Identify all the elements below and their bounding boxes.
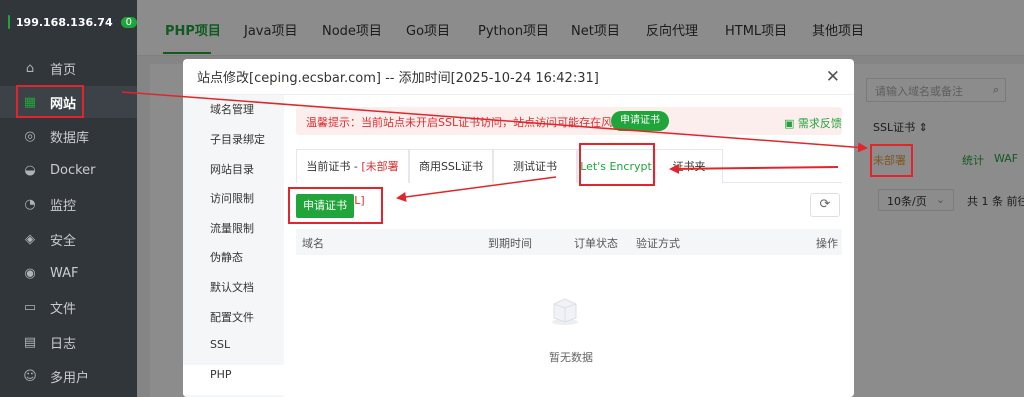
home-icon: ⌂: [25, 60, 35, 76]
feedback-link[interactable]: ▣ 需求反馈: [784, 115, 842, 131]
tab-cert-folder[interactable]: 证书夹: [655, 149, 723, 183]
tab-commercial-ssl[interactable]: 商用SSL证书: [409, 149, 493, 183]
nav-subdirectory-binding[interactable]: 子目录绑定: [210, 131, 265, 147]
shield-icon: ◈: [25, 231, 35, 247]
sidebar-item-waf[interactable]: ◉ WAF: [0, 258, 137, 288]
nav-ssl[interactable]: SSL: [210, 338, 230, 351]
refresh-icon[interactable]: ⟳: [810, 193, 840, 217]
nav-config-file[interactable]: 配置文件: [210, 309, 254, 325]
sidebar-header: 199.168.136.74 0: [0, 0, 137, 44]
notification-badge[interactable]: 0: [120, 16, 137, 28]
users-icon: ☺: [23, 368, 37, 384]
nav-access-limit[interactable]: 访问限制: [210, 190, 254, 206]
sidebar-item-security[interactable]: ◈ 安全: [0, 224, 137, 254]
nav-php[interactable]: PHP: [210, 368, 232, 381]
ssl-tabs: 当前证书 - [未部署SSL] 商用SSL证书 测试证书 Let's Encry…: [296, 149, 842, 207]
sidebar-item-users[interactable]: ☺ 多用户: [0, 361, 137, 391]
nav-traffic-limit[interactable]: 流量限制: [210, 220, 254, 236]
sidebar-item-database[interactable]: ◎ 数据库: [0, 121, 137, 151]
nav-domain-management[interactable]: 域名管理: [210, 101, 254, 117]
close-icon[interactable]: ✕: [826, 67, 840, 87]
sidebar-item-docker[interactable]: ◒ Docker: [0, 155, 137, 185]
sidebar: 199.168.136.74 0 ⌂ 首页 ▦ 网站 ◎ 数据库 ◒ Docker ◔ 监…: [0, 0, 137, 397]
col-actions: 操作: [816, 237, 838, 250]
col-order-status: 订单状态: [574, 237, 618, 250]
dialog-title: 站点修改[ceping.ecsbar.com] -- 添加时间[2025-10-…: [183, 59, 854, 95]
tip-apply-cert-button[interactable]: 申请证书: [611, 111, 669, 131]
waf-icon: ◉: [24, 265, 36, 281]
site-edit-dialog: 站点修改[ceping.ecsbar.com] -- 添加时间[2025-10-…: [183, 59, 854, 397]
tab-test-cert[interactable]: 测试证书: [493, 149, 577, 183]
nav-default-document[interactable]: 默认文档: [210, 279, 254, 295]
cert-table-header: 域名 到期时间 订单状态 验证方式 操作: [296, 229, 842, 255]
col-domain: 域名: [302, 237, 324, 250]
annotation-box-ssl-status: [870, 144, 913, 177]
sidebar-item-files[interactable]: ▭ 文件: [0, 292, 137, 322]
server-logo-icon: [8, 15, 10, 29]
ssl-warning-tip: 温馨提示：当前站点未开启SSL证书访问，站点访问可能存在风险: [296, 107, 842, 135]
col-expiry: 到期时间: [488, 237, 532, 250]
feedback-icon: ▣: [784, 117, 798, 130]
annotation-box-website: [16, 85, 84, 118]
col-verify-method: 验证方式: [636, 237, 680, 250]
database-icon: ◎: [24, 128, 36, 144]
sidebar-item-monitor[interactable]: ◔ 监控: [0, 189, 137, 219]
empty-state-text: 暂无数据: [549, 351, 593, 364]
folder-icon: ▭: [23, 299, 37, 315]
dialog-nav: 域名管理 子目录绑定 网站目录 访问限制 流量限制 伪静态 默认文档 配置文件 …: [183, 95, 284, 397]
annotation-box-lets-encrypt-tab: [579, 143, 655, 186]
nav-active-bg: [183, 365, 284, 395]
empty-box-icon: [552, 298, 578, 325]
annotation-box-apply-button: [288, 187, 383, 224]
server-ip: 199.168.136.74: [15, 15, 113, 29]
log-icon: ▤: [23, 334, 37, 350]
sidebar-item-logs[interactable]: ▤ 日志: [0, 327, 137, 357]
tab-current-cert[interactable]: 当前证书 - [未部署SSL]: [296, 149, 409, 207]
docker-icon: ◒: [24, 162, 36, 178]
monitor-icon: ◔: [24, 196, 36, 212]
nav-rewrite[interactable]: 伪静态: [210, 249, 243, 265]
sidebar-item-home[interactable]: ⌂ 首页: [0, 53, 137, 83]
nav-site-directory[interactable]: 网站目录: [210, 161, 254, 177]
